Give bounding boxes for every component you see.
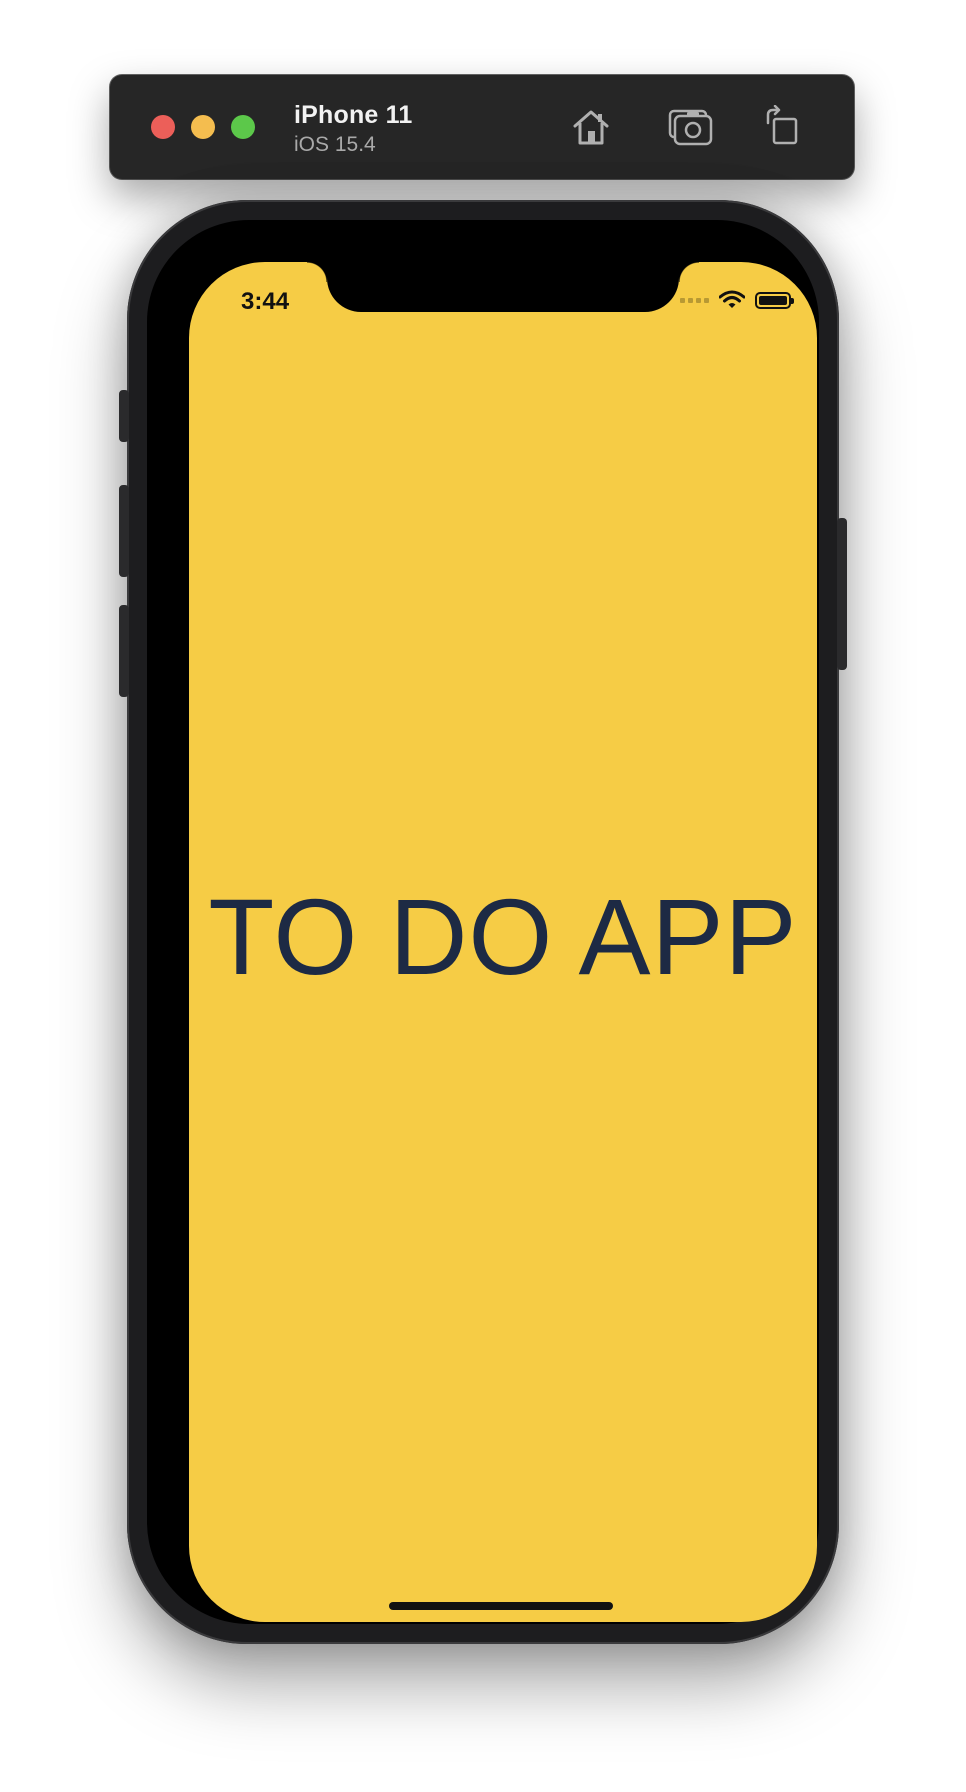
- simulator-window: iPhone 11 iOS 15.4 3:44 TO DO APP: [0, 0, 966, 1792]
- mute-switch: [119, 390, 129, 442]
- app-screen[interactable]: 3:44 TO DO APP: [189, 262, 817, 1622]
- simulator-toolbar: iPhone 11 iOS 15.4: [110, 75, 854, 179]
- home-indicator[interactable]: [389, 1602, 613, 1610]
- screenshot-button[interactable]: [665, 101, 717, 153]
- minimize-window-button[interactable]: [191, 115, 215, 139]
- os-version: iOS 15.4: [294, 133, 376, 156]
- volume-down-button: [119, 605, 129, 697]
- close-window-button[interactable]: [151, 115, 175, 139]
- zoom-window-button[interactable]: [231, 115, 255, 139]
- wifi-icon: [719, 290, 745, 308]
- device-name: iPhone 11: [294, 101, 413, 129]
- home-icon: [573, 110, 609, 145]
- iphone-device-frame: 3:44 TO DO APP: [119, 200, 847, 1644]
- home-button[interactable]: [565, 101, 617, 153]
- power-button: [837, 518, 847, 670]
- app-title: TO DO APP: [208, 876, 798, 997]
- screen-bezel: 3:44 TO DO APP: [147, 220, 819, 1624]
- camera-notch: [307, 262, 699, 312]
- status-time: 3:44: [241, 288, 290, 315]
- cellular-signal-icon: [680, 297, 709, 303]
- rotate-button[interactable]: [756, 101, 808, 153]
- camera-icon: [668, 109, 713, 146]
- status-indicators: [680, 290, 794, 310]
- battery-full-icon: [755, 291, 794, 309]
- volume-up-button: [119, 485, 129, 577]
- rotate-icon: [766, 105, 798, 145]
